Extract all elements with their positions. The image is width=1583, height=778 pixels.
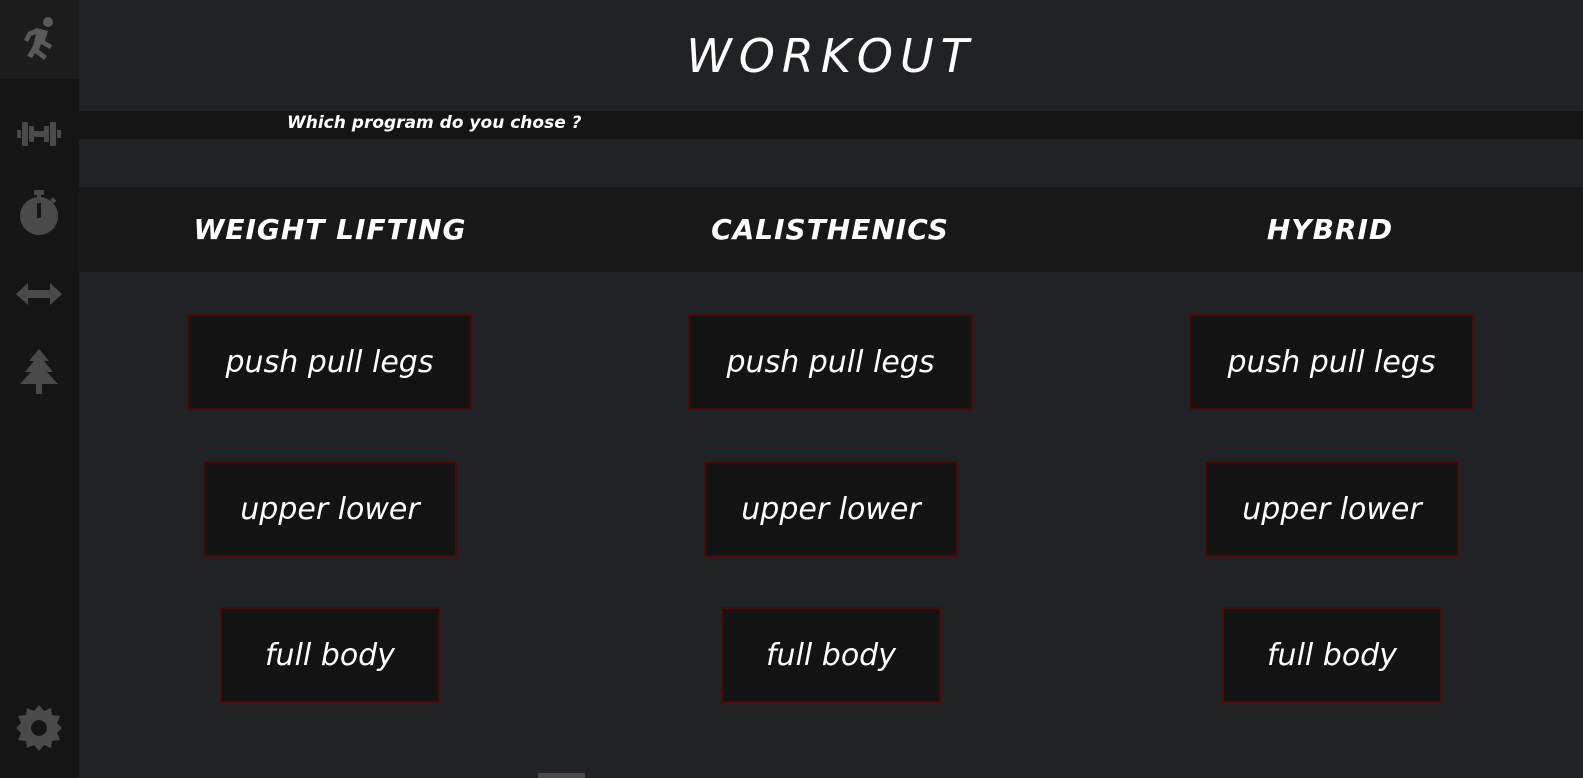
settings-gear-icon[interactable] bbox=[15, 704, 63, 752]
weight-lifting-full-body-button[interactable]: full body bbox=[220, 607, 440, 703]
horizontal-scrollbar-thumb[interactable] bbox=[538, 773, 585, 778]
hybrid-full-body-button[interactable]: full body bbox=[1222, 607, 1442, 703]
weight-lifting-upper-lower-button[interactable]: upper lower bbox=[203, 461, 457, 557]
dumbbell-icon[interactable] bbox=[15, 110, 63, 158]
sidebar bbox=[0, 0, 79, 778]
hybrid-push-pull-legs-button[interactable]: push pull legs bbox=[1189, 314, 1474, 410]
category-hybrid: HYBRID bbox=[1266, 213, 1394, 246]
calisthenics-push-pull-legs-button[interactable]: push pull legs bbox=[688, 314, 973, 410]
calisthenics-upper-lower-button[interactable]: upper lower bbox=[704, 461, 958, 557]
hybrid-upper-lower-button[interactable]: upper lower bbox=[1205, 461, 1459, 557]
calisthenics-full-body-button[interactable]: full body bbox=[721, 607, 941, 703]
arrows-horizontal-icon[interactable] bbox=[15, 270, 63, 318]
stopwatch-icon[interactable] bbox=[15, 189, 63, 237]
category-calisthenics: CALISTHENICS bbox=[711, 213, 949, 246]
logo-cell[interactable] bbox=[0, 0, 79, 79]
weight-lifting-push-pull-legs-button[interactable]: push pull legs bbox=[187, 314, 472, 410]
running-person-icon[interactable] bbox=[15, 14, 63, 62]
category-weight-lifting: WEIGHT LIFTING bbox=[193, 213, 467, 246]
page-title: WORKOUT bbox=[686, 28, 976, 83]
tree-icon[interactable] bbox=[15, 347, 63, 395]
program-question: Which program do you chose ? bbox=[287, 113, 582, 133]
